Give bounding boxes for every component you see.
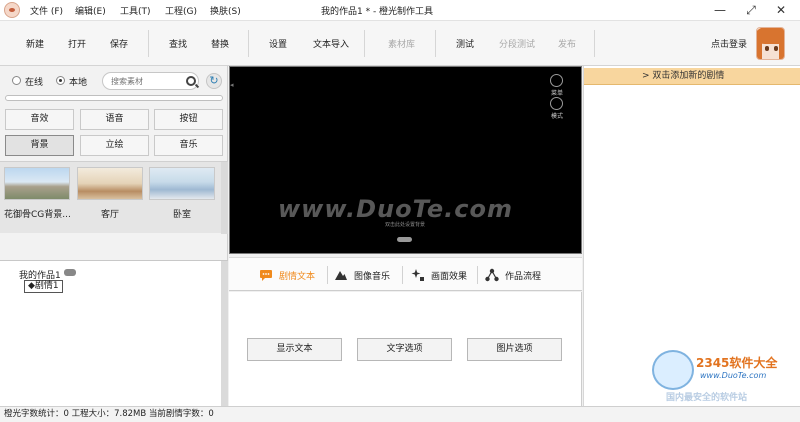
tab-divider [327,266,328,284]
replace-button[interactable]: 替换 [211,37,229,50]
show-text-button[interactable]: 显示文本 [247,338,342,361]
tab-label: 作品流程 [505,271,542,282]
tab-label: 剧情文本 [279,271,316,282]
mode-icon[interactable] [550,97,563,110]
menu-edit[interactable]: 编辑(E) [75,4,120,17]
site-url: www.DuoTe.com [700,371,767,380]
image-options-button[interactable]: 图片选项 [467,338,562,361]
toolbar-divider [364,30,365,57]
tab-divider [402,266,403,284]
watermark-text: www.DuoTe.com [278,195,513,223]
online-radio-label[interactable]: 在线 [25,75,43,88]
segment-test-button[interactable]: 分段测试 [499,37,535,50]
material-panel: 在线 本地 ↻ 音效 语音 按钮 背景 立绘 音乐 花御骨CG背景... 客厅 … [0,66,228,407]
tab-image-music[interactable]: 图像音乐 [334,266,390,284]
tab-screen-effects[interactable]: 画面效果 [411,266,467,284]
tab-divider [477,266,478,284]
settings-button[interactable]: 设置 [269,37,287,50]
thumbnail-caption: 卧室 [172,210,191,220]
stage-hint: 双击此处设置背景 [385,222,426,228]
menu-file[interactable]: 文件 (F) [30,4,75,17]
main-toolbar: 新建 打开 保存 查找 替换 设置 文本导入 素材库 测试 分段测试 发布 点击… [0,21,800,66]
menu-skin[interactable]: 换肤(S) [210,4,255,17]
local-radio-label[interactable]: 本地 [69,75,87,88]
mascot-icon [652,350,694,390]
tab-work-flow[interactable]: 作品流程 [485,266,541,284]
material-search-box [102,72,199,90]
online-radio[interactable] [12,76,21,85]
login-link[interactable]: 点击登录 [711,37,747,50]
category-portraits[interactable]: 立绘 [80,135,149,156]
thumbnail-item[interactable]: 卧室 [149,167,215,220]
toolbar-divider [594,30,595,57]
category-voice[interactable]: 语音 [80,109,149,130]
refresh-button[interactable]: ↻ [206,73,222,89]
preview-stage[interactable]: ◂ 菜单 模式 www.DuoTe.com 双击此处设置背景 [229,66,582,254]
status-bar: 橙光字数统计：0 工程大小：7.82MB 当前剧情字数：0 [0,406,800,422]
library-button[interactable]: 素材库 [388,37,415,50]
thumbnail-caption: 花御骨CG背景... [4,210,70,220]
test-button[interactable]: 测试 [456,37,474,50]
tree-scrollbar[interactable] [221,261,228,407]
app-logo-icon [4,2,20,18]
publish-button[interactable]: 发布 [558,37,576,50]
import-text-button[interactable]: 文本导入 [313,37,349,50]
thumbnail-image [149,167,215,200]
thumbnail-item[interactable]: 花御骨CG背景... [4,167,70,220]
restore-button[interactable]: ⤢ [742,2,760,18]
material-scrollbar-track[interactable] [5,95,223,101]
category-buttons[interactable]: 按钮 [154,109,223,130]
close-button[interactable]: ✕ [772,2,790,18]
category-music[interactable]: 音乐 [154,135,223,156]
search-icon[interactable] [186,76,196,86]
tab-label: 图像音乐 [354,271,391,282]
thumbnail-image [77,167,143,200]
flow-nodes-icon [485,268,499,282]
category-sound-effects[interactable]: 音效 [5,109,74,130]
tab-content: 显示文本 文字选项 图片选项 [229,292,582,406]
site-watermark-logo: 2345软件大全 www.DuoTe.com 国内最安全的软件站 [652,344,798,404]
open-button[interactable]: 打开 [68,37,86,50]
story-tree: 我的作品1 ◆剧情1 [0,260,228,407]
avatar[interactable] [756,27,785,60]
category-backgrounds[interactable]: 背景 [5,135,74,156]
menu-project[interactable]: 工程(G) [165,4,210,17]
sparkle-icon [411,269,424,281]
menu-icon[interactable] [550,74,563,87]
chat-bubble-icon [260,270,272,281]
material-thumbnails: 花御骨CG背景... 客厅 卧室 [0,161,228,234]
mode-icon-label: 模式 [551,113,564,120]
tree-edit-icon[interactable] [64,269,76,276]
stage-toggle-icon[interactable] [397,237,412,242]
add-story-header[interactable]: > 双击添加新的剧情 [584,68,800,85]
editor-tabs: 剧情文本 图像音乐 画面效果 作品流程 [229,257,582,291]
find-button[interactable]: 查找 [169,37,187,50]
site-tagline: 国内最安全的软件站 [666,393,748,403]
menu-icon-label: 菜单 [551,90,564,97]
new-button[interactable]: 新建 [26,37,44,50]
local-radio[interactable] [56,76,65,85]
mountain-icon [335,271,347,280]
site-brand: 2345软件大全 [696,356,778,370]
toolbar-divider [435,30,436,57]
toolbar-divider [248,30,249,57]
material-search-input[interactable] [111,75,181,87]
tab-story-text[interactable]: 剧情文本 [259,266,315,284]
collapse-left-icon[interactable]: ◂ [230,81,235,93]
text-options-button[interactable]: 文字选项 [357,338,452,361]
save-button[interactable]: 保存 [110,37,128,50]
thumbnail-scrollbar[interactable] [221,162,228,234]
tree-node-story[interactable]: ◆剧情1 [24,280,63,293]
title-bar: 文件 (F) 编辑(E) 工具(T) 工程(G) 换肤(S) 我的作品1 * -… [0,0,800,21]
thumbnail-caption: 客厅 [100,210,119,220]
window-title: 我的作品1 * - 橙光制作工具 [321,7,434,17]
tab-label: 画面效果 [431,271,468,282]
menu-bar: 文件 (F) 编辑(E) 工具(T) 工程(G) 换肤(S) [30,4,255,17]
thumbnail-item[interactable]: 客厅 [77,167,143,220]
menu-tools[interactable]: 工具(T) [120,4,165,17]
toolbar-divider [148,30,149,57]
thumbnail-image [4,167,70,200]
minimize-button[interactable]: — [711,2,729,18]
